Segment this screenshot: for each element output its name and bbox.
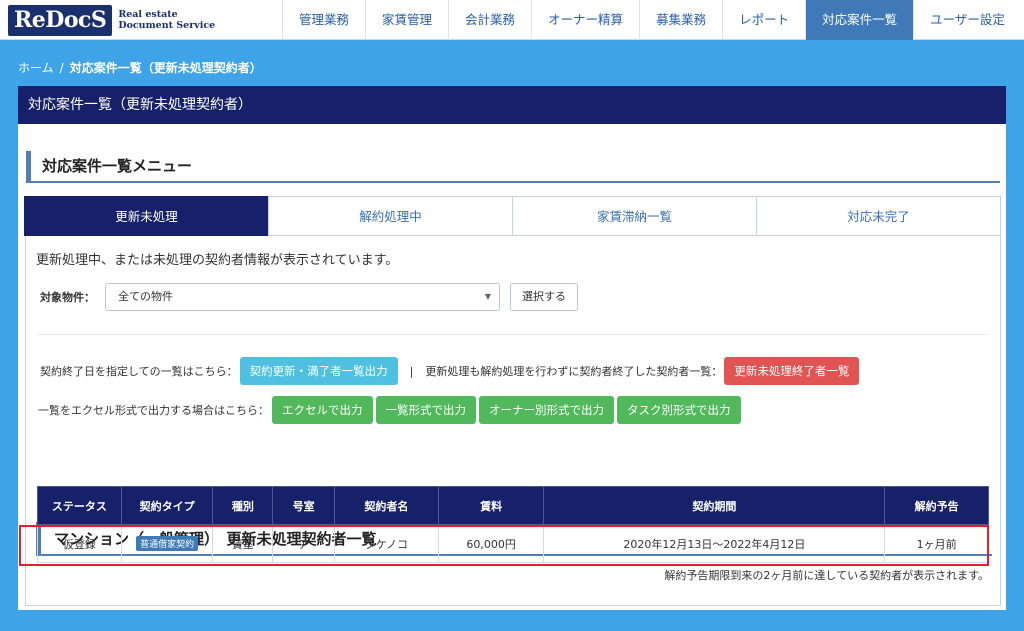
excel-export-prompt: 一覧をエクセル形式で出力する場合はこちら： (38, 404, 269, 417)
nav-case-list[interactable]: 対応案件一覧 (805, 0, 914, 40)
property-filter-label: 対象物件： (40, 291, 95, 304)
breadcrumb-separator: / (59, 61, 64, 75)
tab-cancellation-processing[interactable]: 解約処理中 (268, 196, 513, 236)
contract-type-badge: 普通借家契約 (136, 536, 199, 551)
case-tabs: 更新未処理 解約処理中 家賃滞納一覧 対応未完了 (24, 196, 1001, 236)
redocs-logo[interactable]: ReDocS Real estate Document Service (8, 4, 215, 36)
output-options-row-1: 契約終了日を指定しての一覧はこちら： 契約更新・満了者一覧出力 | 更新処理も解… (40, 357, 860, 385)
logo-mark: ReDocS (8, 4, 113, 36)
nav-user-settings[interactable]: ユーザー設定 (913, 0, 1021, 40)
output-options-row-2: 一覧をエクセル形式で出力する場合はこちら： エクセルで出力 一覧形式で出力 オー… (38, 396, 741, 424)
table-row[interactable]: 仮登録 普通借家契約 賃室 ア タケノコ 60,000円 2020年12月13日… (37, 524, 989, 563)
nav-report[interactable]: レポート (722, 0, 805, 40)
column-header: 号室 (272, 486, 336, 525)
nav-management[interactable]: 管理業務 (282, 0, 365, 40)
heading-accent-bar (26, 151, 31, 181)
status-cell: 仮登録 (37, 524, 122, 563)
column-header: 契約者名 (334, 486, 439, 525)
nav-recruitment[interactable]: 募集業務 (639, 0, 722, 40)
menu-section-title: 対応案件一覧メニュー (42, 157, 193, 175)
column-header: 契約タイプ (120, 486, 214, 525)
app-header: ReDocS Real estate Document Service 管理業務… (0, 0, 1024, 40)
column-header: 賃料 (437, 486, 545, 525)
breadcrumb-current: 対応案件一覧（更新未処理契約者） (69, 61, 262, 75)
table-footnote: 解約予告期限到来の2ヶ月前に達している契約者が表示されます。 (664, 569, 989, 582)
main-panel: 対応案件一覧（更新未処理契約者） 対応案件一覧メニュー 更新未処理 解約処理中 … (18, 86, 1006, 610)
contractor-name-cell[interactable]: タケノコ (334, 524, 439, 563)
ended-contractor-prompt: 更新処理も解約処理を行わずに契約者終了した契約者一覧： (425, 365, 723, 378)
menu-section-heading: 対応案件一覧メニュー (26, 151, 1000, 183)
column-header: 解約予告 (884, 486, 989, 525)
breadcrumb-home[interactable]: ホーム (18, 61, 54, 75)
property-select[interactable]: 全ての物件 ▼ (105, 283, 500, 311)
renewal-list-prompt: 契約終了日を指定しての一覧はこちら： (40, 365, 238, 378)
divider (38, 334, 988, 335)
unprocessed-ended-list-button[interactable]: 更新未処理終了者一覧 (724, 357, 860, 385)
room-cell: ア (272, 524, 336, 563)
nav-rent[interactable]: 家賃管理 (365, 0, 448, 40)
logo-subtitle: Real estate Document Service (118, 9, 215, 31)
contractor-table: ステータス 契約タイプ 種別 号室 契約者名 賃料 契約期間 解約予告 仮登録 … (37, 486, 989, 563)
column-header: 契約期間 (543, 486, 886, 525)
export-list-format-button[interactable]: 一覧形式で出力 (375, 396, 476, 424)
renewal-expiry-list-button[interactable]: 契約更新・満了者一覧出力 (239, 357, 398, 385)
export-by-owner-button[interactable]: オーナー別形式で出力 (479, 396, 614, 424)
tab-renewal-pending[interactable]: 更新未処理 (24, 196, 269, 236)
breadcrumb: ホーム / 対応案件一覧（更新未処理契約者） (18, 59, 262, 76)
contract-type-cell: 普通借家契約 (120, 524, 214, 563)
column-header: ステータス (37, 486, 122, 525)
contract-period-cell: 2020年12月13日〜2022年4月12日 (543, 524, 886, 563)
nav-accounting[interactable]: 会計業務 (448, 0, 531, 40)
column-header: 種別 (212, 486, 274, 525)
rent-cell: 60,000円 (437, 524, 545, 563)
logo-subtitle-line2: Document Service (118, 20, 216, 31)
export-by-task-button[interactable]: タスク別形式で出力 (617, 396, 741, 424)
main-nav: 管理業務 家賃管理 会計業務 オーナー精算 募集業務 レポート 対応案件一覧 ユ… (282, 0, 1021, 40)
row-separator: | (409, 364, 414, 378)
kind-cell: 賃室 (212, 524, 274, 563)
notice-cell: 1ヶ月前 (884, 524, 989, 563)
tab-description: 更新処理中、または未処理の契約者情報が表示されています。 (36, 253, 399, 268)
table-header-row: ステータス 契約タイプ 種別 号室 契約者名 賃料 契約期間 解約予告 (37, 486, 989, 525)
select-button[interactable]: 選択する (510, 283, 578, 311)
logo-subtitle-line1: Real estate (118, 9, 178, 20)
page-title: 対応案件一覧（更新未処理契約者） (18, 86, 1006, 124)
export-excel-button[interactable]: エクセルで出力 (272, 396, 373, 424)
nav-owner-settlement[interactable]: オーナー精算 (531, 0, 639, 40)
property-select-value: 全ての物件 (118, 290, 173, 303)
tab-incomplete[interactable]: 対応未完了 (756, 196, 1001, 236)
tab-rent-arrears[interactable]: 家賃滞納一覧 (512, 196, 757, 236)
chevron-down-icon: ▼ (484, 292, 491, 301)
